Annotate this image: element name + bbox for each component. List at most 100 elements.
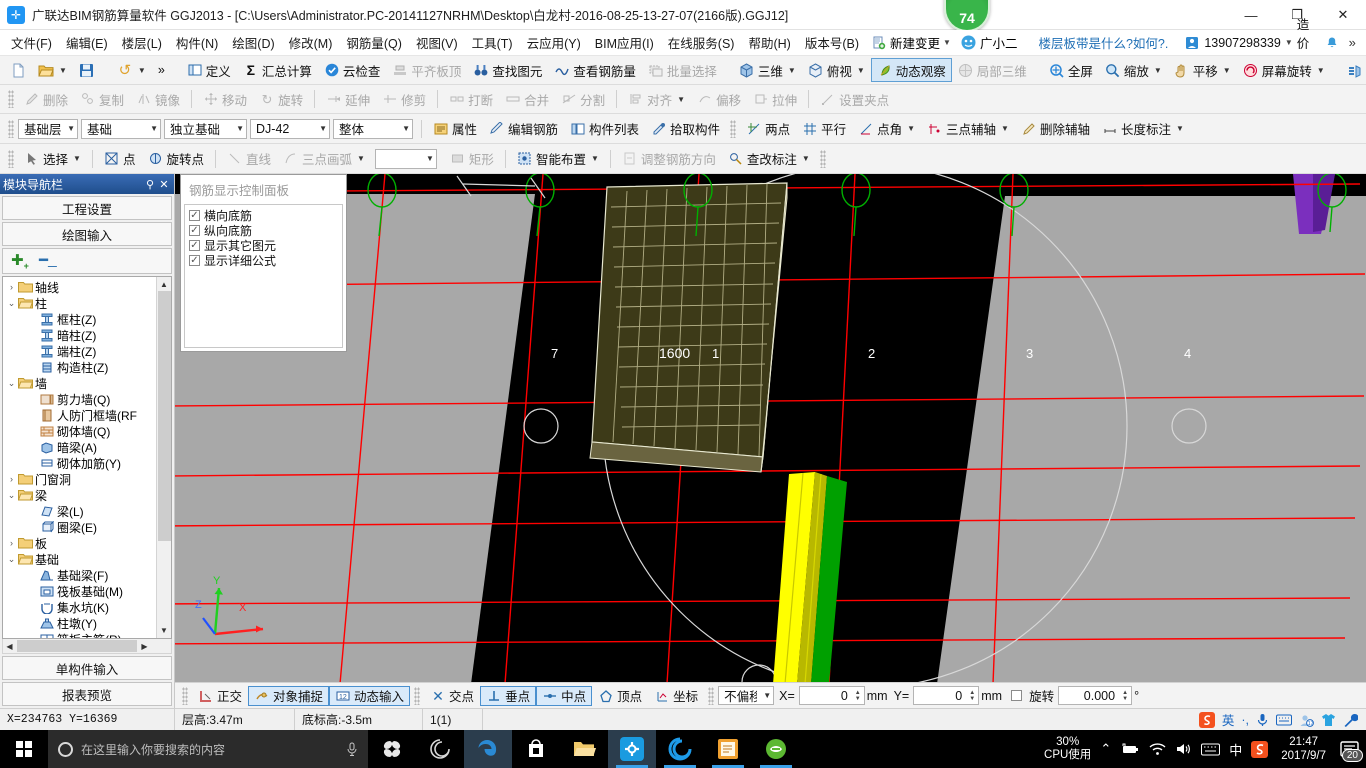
chevron-down-icon[interactable]: ▼ [757, 691, 771, 700]
checkbox-show-detail-formula[interactable]: ✓ [189, 255, 200, 266]
taskbar-search-box[interactable]: 在这里输入你要搜索的内容 [48, 730, 368, 768]
expand-chevron-right-icon[interactable]: › [5, 282, 18, 292]
tree-item-1[interactable]: ⌄ 柱 [5, 295, 156, 311]
zoom-button[interactable]: 缩放 ▼ [1099, 58, 1168, 82]
scroll-thumb[interactable] [158, 291, 171, 541]
menu-version[interactable]: 版本号(B) [798, 30, 866, 55]
component-tree[interactable]: › 轴线 ⌄ 柱框柱(Z) 暗柱(Z) 端柱(Z) 构造柱(Z) ⌄ 墙剪力墙(Q) 人防门框墙(… [3, 277, 156, 638]
snapbar-drag-handle[interactable] [708, 686, 715, 705]
snap-vertex[interactable]: 顶点 [592, 686, 648, 706]
checkbox-show-other-elements[interactable]: ✓ [189, 240, 200, 251]
tree-item-17[interactable]: ⌄ 基础 [5, 551, 156, 567]
collapse-chevron-down-icon[interactable]: ⌄ [5, 554, 18, 565]
menu-component[interactable]: 构件(N) [169, 30, 225, 55]
snap-intersection[interactable]: ✕ 交点 [424, 686, 480, 706]
skin-shirt-icon[interactable] [1321, 713, 1336, 727]
parallel-axis-button[interactable]: 平行 [796, 117, 852, 141]
chevron-down-icon[interactable]: ▼ [1223, 66, 1231, 75]
spinner-arrows-icon[interactable]: ▲ ▼ [1119, 690, 1131, 702]
snapbar-drag-handle[interactable] [182, 686, 188, 705]
checkbox-horizontal-bottom-rebar[interactable]: ✓ [189, 210, 200, 221]
rebar-option-row[interactable]: ✓ 横向底筋 [189, 208, 342, 223]
rotate-input[interactable]: 0.000 ▲ ▼ [1058, 686, 1133, 705]
microphone-icon[interactable] [1256, 713, 1269, 727]
y-offset-input[interactable]: 0 ▲ ▼ [913, 686, 980, 705]
chevron-down-icon[interactable]: ▼ [802, 154, 810, 163]
define-button[interactable]: 定义 [181, 58, 237, 82]
chevron-down-icon[interactable]: ▼ [788, 66, 796, 75]
menu-hint-link[interactable]: 楼层板带是什么?如何?. [1022, 33, 1184, 52]
chevron-down-icon[interactable]: ▼ [357, 154, 365, 163]
find-element-button[interactable]: 查找图元 [467, 58, 548, 82]
length-dimension-button[interactable]: 长度标注 ▼ [1096, 117, 1190, 141]
toolbar-small-overflow[interactable]: » [152, 58, 171, 82]
chevron-down-icon[interactable]: ▼ [61, 124, 75, 133]
chevron-down-icon[interactable]: ▼ [396, 124, 410, 133]
menu-edit[interactable]: 编辑(E) [59, 30, 115, 55]
pick-component-button[interactable]: 拾取构件 [645, 117, 726, 141]
open-file-button[interactable]: ▼ [32, 58, 73, 82]
move-button[interactable]: 移动 [197, 87, 253, 111]
offset-mode-combo[interactable]: 不偏移 ▼ [718, 686, 775, 705]
taskbar-app-notes[interactable] [704, 730, 752, 768]
tree-item-19[interactable]: 筏板基础(M) [5, 583, 156, 599]
microphone-icon[interactable] [346, 742, 358, 757]
tree-item-18[interactable]: 基础梁(F) [5, 567, 156, 583]
taskbar-app-edge[interactable] [464, 730, 512, 768]
tree-item-9[interactable]: 砌体墙(Q) [5, 423, 156, 439]
tree-item-8[interactable]: 人防门框墙(RF [5, 407, 156, 423]
checkbox-vertical-bottom-rebar[interactable]: ✓ [189, 225, 200, 236]
check-modify-dim-button[interactable]: 查改标注 ▼ [722, 147, 816, 171]
smart-layout-button[interactable]: 智能布置 ▼ [511, 147, 605, 171]
account-chevron-down-icon[interactable]: ▼ [1285, 38, 1293, 47]
tree-item-0[interactable]: › 轴线 [5, 279, 156, 295]
user-account-button[interactable]: 广小二 [956, 31, 1023, 54]
close-icon[interactable]: ✕ [157, 178, 171, 191]
break-button[interactable]: 打断 [443, 87, 499, 111]
rotate-point-button[interactable]: 旋转点 [141, 147, 210, 171]
toolbar-drag-handle[interactable] [8, 90, 14, 108]
keyboard-icon[interactable] [1276, 714, 1292, 726]
taskbar-app-ie-green[interactable] [752, 730, 800, 768]
snap-perpendicular[interactable]: 垂点 [480, 685, 537, 706]
tree-item-5[interactable]: 构造柱(Z) [5, 359, 156, 375]
tree-item-12[interactable]: › 门窗洞 [5, 471, 156, 487]
dynamic-input-toggle[interactable]: 12 动态输入 [329, 685, 411, 706]
delete-button[interactable]: 删除 [18, 87, 74, 111]
extend-button[interactable]: 延伸 [320, 87, 376, 111]
select-tool-button[interactable]: 选择 ▼ [18, 147, 87, 171]
menu-draw[interactable]: 绘图(D) [225, 30, 281, 55]
tree-item-16[interactable]: › 板 [5, 535, 156, 551]
start-button[interactable] [0, 730, 48, 768]
three-point-axis-button[interactable]: 三点辅轴 ▼ [921, 117, 1015, 141]
tree-item-20[interactable]: 集水坑(K) [5, 599, 156, 615]
tree-item-7[interactable]: 剪力墙(Q) [5, 391, 156, 407]
menu-tools[interactable]: 工具(T) [465, 30, 520, 55]
menu-view[interactable]: 视图(V) [409, 30, 465, 55]
bell-icon[interactable] [1324, 35, 1340, 51]
remove-component-icon[interactable]: ━— [39, 251, 57, 271]
component-list-button[interactable]: 构件列表 [564, 117, 645, 141]
single-component-input-button[interactable]: 单构件输入 [2, 656, 172, 680]
chevron-down-icon[interactable]: ▼ [313, 124, 327, 133]
chevron-down-icon[interactable]: ▼ [1001, 124, 1009, 133]
component-name-combo[interactable]: DJ-42 ▼ [250, 118, 330, 139]
toolbar-drag-handle[interactable] [8, 119, 14, 138]
tray-expand-icon[interactable]: ⌃ [1100, 741, 1111, 757]
cloud-check-button[interactable]: 云检查 [318, 58, 387, 82]
cpu-usage-indicator[interactable]: 30% CPU使用 [1044, 736, 1091, 762]
wifi-icon[interactable] [1149, 742, 1166, 756]
pin-icon[interactable]: ⚲ [143, 178, 157, 191]
chevron-down-icon[interactable]: ▼ [420, 154, 434, 163]
three-point-arc-button[interactable]: 三点画弧 ▼ [277, 147, 371, 171]
new-change-button[interactable]: 新建变更 ▼ [866, 31, 956, 54]
version-badge[interactable]: 74 [944, 0, 990, 32]
tree-item-21[interactable]: 柱墩(Y) [5, 615, 156, 631]
top-view-button[interactable]: 俯视 ▼ [802, 58, 871, 82]
taskbar-app-store[interactable] [512, 730, 560, 768]
select-floor-button[interactable]: 选择楼层 [1341, 58, 1366, 82]
snap-coordinate[interactable]: 坐标 [648, 686, 704, 706]
spinner-arrows-icon[interactable]: ▲ ▼ [966, 690, 978, 702]
expand-chevron-right-icon[interactable]: › [5, 538, 18, 548]
taskbar-app-explorer[interactable] [560, 730, 608, 768]
